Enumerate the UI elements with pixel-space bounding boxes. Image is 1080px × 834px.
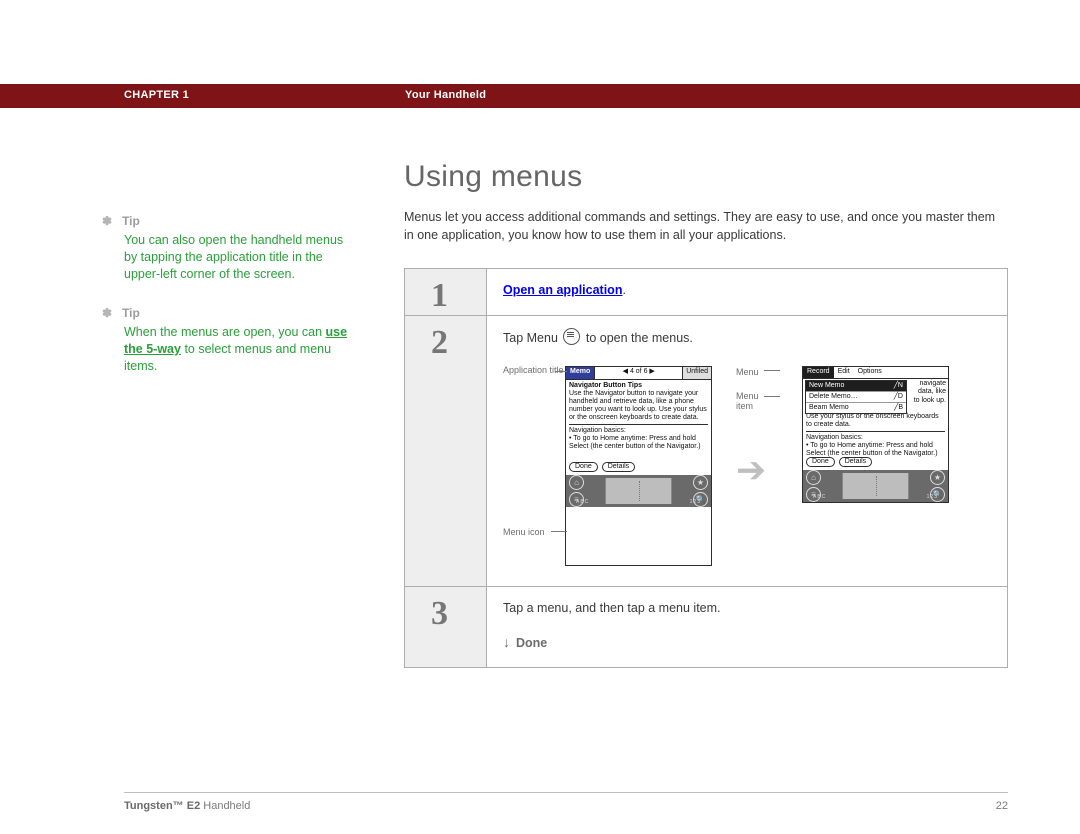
menu-item-delete-memo: Delete Memo…╱D — [806, 392, 906, 403]
tip-block: Tip When the menus are open, you can use… — [124, 305, 354, 375]
menu-options: Options — [854, 367, 886, 378]
done-button: Done — [806, 457, 835, 467]
callout-menu-icon: Menu icon — [503, 526, 545, 540]
star-icon: ★ — [693, 475, 708, 490]
memo-body: Navigator Button Tips Use the Navigator … — [566, 380, 711, 460]
memo-nav-body: • To go to Home anytime: Press and hold … — [806, 442, 938, 457]
step-number: 1 — [405, 269, 487, 315]
palm-device-before: Memo ◀ 4 of 6 ▶ Unfiled Navigator Button… — [565, 366, 712, 566]
tip-body: You can also open the handheld menus by … — [124, 233, 343, 281]
abc-label: ABC — [576, 500, 589, 506]
menu-bar: Record Edit Options — [803, 367, 948, 379]
arrow-right-icon: ➔ — [736, 452, 766, 488]
tip-body-pre: When the menus are open, you can — [124, 325, 326, 339]
home-icon: ⌂ — [806, 470, 821, 485]
memo-body-text: Use the Navigator button to navigate you… — [569, 390, 707, 421]
footer: Tungsten™ E2 Handheld 22 — [124, 800, 1008, 812]
home-icon: ⌂ — [569, 475, 584, 490]
step-row: 2 Tap Menu to open the menus. Applicatio… — [405, 316, 1007, 587]
page-indicator: ◀ 4 of 6 ▶ — [594, 367, 683, 379]
done-button: Done — [569, 462, 598, 472]
device-illustration: Application title Menu icon Memo ◀ 4 of … — [503, 366, 991, 566]
chapter-label: CHAPTER 1 — [124, 89, 189, 101]
step-row: 1 Open an application. — [405, 269, 1007, 316]
star-icon: ★ — [930, 470, 945, 485]
menu-icon — [563, 328, 580, 345]
tip-block: Tip You can also open the handheld menus… — [124, 213, 354, 283]
page-number: 22 — [996, 800, 1008, 812]
menu-edit: Edit — [834, 367, 854, 378]
silkscreen-area: ⌂ ≡ ★ 🔍 ABC 123 — [803, 470, 948, 502]
tip-heading: Tip — [124, 305, 354, 321]
menu-item-new-memo: New Memo╱N — [806, 381, 906, 392]
memo-nav-body: • To go to Home anytime: Press and hold … — [569, 435, 701, 450]
step-number: 2 — [405, 316, 487, 586]
footer-rule — [124, 792, 1008, 793]
category-picker: Unfiled — [683, 367, 711, 379]
step-number: 3 — [405, 587, 487, 667]
menu-dropdown: New Memo╱N Delete Memo…╱D Beam Memo╱B — [805, 380, 907, 414]
memo-nav-title: Navigation basics: — [569, 427, 626, 434]
n123-label: 123 — [927, 495, 938, 501]
step-suffix: . — [622, 283, 625, 297]
step2-post: to open the menus. — [586, 331, 693, 345]
memo-nav-title: Navigation basics: — [806, 434, 863, 441]
callout-menu-item: Menu item — [736, 392, 778, 412]
page-title: Using menus — [404, 160, 1008, 194]
details-button: Details — [602, 462, 635, 472]
n123-label: 123 — [690, 500, 701, 506]
steps-table: 1 Open an application. 2 Tap Menu to ope… — [404, 268, 1008, 668]
palm-device-after: Record Edit Options New Memo╱N — [802, 366, 949, 503]
step3-text: Tap a menu, and then tap a menu item. — [503, 601, 721, 615]
silkscreen-area: ⌂ ≡ ★ 🔍 ABC — [566, 475, 711, 507]
intro-paragraph: Menus let you access additional commands… — [404, 208, 1008, 244]
header-band: CHAPTER 1 Your Handheld — [0, 84, 1080, 108]
done-marker: ↓Done — [503, 632, 991, 653]
menu-record: Record — [803, 367, 834, 378]
callout-menu: Menu — [736, 366, 759, 380]
tip-heading: Tip — [124, 213, 354, 229]
tips-sidebar: Tip You can also open the handheld menus… — [124, 213, 354, 397]
product-name: Tungsten™ E2 Handheld — [124, 800, 250, 812]
menu-item-beam-memo: Beam Memo╱B — [806, 403, 906, 413]
abc-label: ABC — [813, 495, 826, 501]
section-label: Your Handheld — [405, 89, 486, 101]
arrow-down-icon: ↓ — [503, 632, 510, 653]
step-row: 3 Tap a menu, and then tap a menu item. … — [405, 587, 1007, 667]
bg-frag: data, like — [914, 388, 946, 396]
bg-frag: navigate — [914, 380, 946, 388]
bg-frag: to look up. — [914, 397, 946, 405]
app-title-tab: Memo — [566, 367, 594, 379]
step2-pre: Tap Menu — [503, 331, 561, 345]
details-button: Details — [839, 457, 872, 467]
memo-body-title: Navigator Button Tips — [569, 382, 642, 389]
open-application-link[interactable]: Open an application — [503, 283, 622, 297]
